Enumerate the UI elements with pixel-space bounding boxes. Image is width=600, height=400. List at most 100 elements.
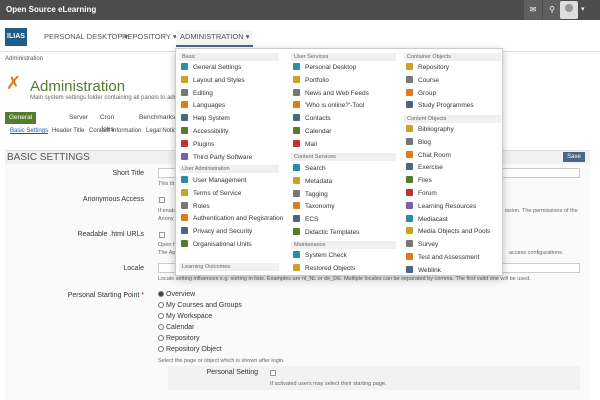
menu-item-contacts[interactable]: Contacts <box>293 114 331 124</box>
subtab-contact-information[interactable]: Contact Information <box>89 128 141 134</box>
menu-item-news-and-web-feeds[interactable]: News and Web Feeds <box>293 88 369 99</box>
chevron-down-icon[interactable]: ▾ <box>581 5 585 13</box>
subtab-header-title[interactable]: Header Title <box>52 128 84 134</box>
menu-item-organisational-units[interactable]: Organisational Units <box>181 240 252 250</box>
menu-item-exercise[interactable]: Exercise <box>406 163 443 173</box>
menu-item-authentication-and-registration[interactable]: Authentication and Registration <box>181 214 283 224</box>
menu-item-languages[interactable]: Languages <box>181 101 225 111</box>
menu-item-editing[interactable]: Editing <box>181 88 213 99</box>
subtab-basic-settings[interactable]: Basic Settings <box>10 128 48 134</box>
menu-item-learning-resources[interactable]: Learning Resources <box>406 201 476 212</box>
readable-urls-checkbox[interactable] <box>159 232 165 238</box>
bibliography-icon <box>406 125 413 132</box>
radio-repository[interactable]: Repository <box>158 335 199 342</box>
tagging-icon <box>293 189 300 197</box>
menu-item-plugins[interactable]: Plugins <box>181 139 214 150</box>
tab-cron-jobs[interactable]: Cron Jobs <box>96 112 118 133</box>
radio-label: Overview <box>166 291 196 298</box>
breadcrumb[interactable]: Administration <box>5 56 43 62</box>
user-management-icon <box>181 176 188 183</box>
menu-item-who-is-online-tool[interactable]: 'Who is online?'-Tool <box>293 101 364 111</box>
exercise-icon <box>406 163 413 171</box>
menu-item-repository[interactable]: Repository <box>406 63 449 73</box>
menu-item-bibliography[interactable]: Bibliography <box>406 125 454 135</box>
menu-item-label: Search <box>305 165 326 172</box>
mail-icon[interactable]: ✉ <box>524 0 542 20</box>
ilias-logo[interactable]: ILIAS <box>5 28 27 46</box>
short-title-label: Short Title <box>112 170 144 177</box>
personal-setting-checkbox[interactable] <box>270 370 276 376</box>
radio-calendar[interactable]: Calendar <box>158 324 194 331</box>
menu-item-roles[interactable]: Roles <box>181 201 210 212</box>
menu-item-taxonomy[interactable]: Taxonomy <box>293 202 335 212</box>
tab-benchmarks[interactable]: Benchmarks <box>135 112 179 124</box>
menu-item-system-check[interactable]: System Check <box>293 251 347 261</box>
radio-my-workspace[interactable]: My Workspace <box>158 313 212 320</box>
user-avatar-icon[interactable] <box>560 1 578 19</box>
layout-and-styles-icon <box>181 75 188 83</box>
short-title-input-right[interactable] <box>502 168 580 178</box>
radio-dot <box>158 324 164 330</box>
menu-item-search[interactable]: Search <box>293 164 326 174</box>
menu-item-test-and-assessment[interactable]: Test and Assessment <box>406 253 479 263</box>
radio-repository-object[interactable]: Repository Object <box>158 346 222 353</box>
menu-item-label: Layout and Styles <box>193 76 245 84</box>
nav-personal-desktop[interactable]: PERSONAL DESKTOP ▾ <box>44 32 128 41</box>
menu-item-chat-room[interactable]: Chat Room <box>406 150 451 161</box>
tab-general-settings[interactable]: General Settings <box>5 112 37 133</box>
menu-item-general-settings[interactable]: General Settings <box>181 63 241 73</box>
menu-item-label: Chat Room <box>418 151 451 159</box>
menu-item-files[interactable]: Files <box>406 176 432 186</box>
radio-courses-groups[interactable]: My Courses and Groups <box>158 302 242 309</box>
menu-item-third-party-software[interactable]: Third Party Software <box>181 152 252 163</box>
menu-group-header: Content Objects <box>404 115 501 123</box>
menu-item-label: ECS <box>305 216 319 224</box>
radio-overview[interactable]: Overview <box>158 291 195 298</box>
menu-item-forum[interactable]: Forum <box>406 189 437 199</box>
locale-input-right[interactable] <box>502 263 580 273</box>
menu-item-mediacast[interactable]: Mediacast <box>406 214 448 225</box>
menu-item-label: Languages <box>193 102 226 110</box>
media-objects-and-pools-icon <box>406 227 413 235</box>
menu-item-mail[interactable]: Mail <box>293 139 317 150</box>
menu-item-label: Organisational Units <box>193 241 252 248</box>
menu-item-calendar[interactable]: Calendar <box>293 127 331 137</box>
menu-item-tagging[interactable]: Tagging <box>293 189 328 200</box>
tab-server[interactable]: Server <box>65 112 92 124</box>
search-icon[interactable]: ⚲ <box>543 0 561 20</box>
menu-item-group[interactable]: Group <box>406 88 436 99</box>
menu-item-ecs[interactable]: ECS <box>293 215 318 225</box>
menu-item-label: Study Programmes <box>418 102 474 110</box>
menu-item-user-management[interactable]: User Management <box>181 176 246 186</box>
menu-item-layout-and-styles[interactable]: Layout and Styles <box>181 75 245 86</box>
readable-urls-help-2: The Ap <box>158 250 176 256</box>
menu-item-help-system[interactable]: Help System <box>181 114 230 124</box>
menu-item-terms-of-service[interactable]: Terms of Service <box>181 188 242 199</box>
locale-label: Locale <box>123 265 144 272</box>
menu-item-accessibility[interactable]: Accessibility <box>181 127 228 137</box>
starting-point-label-text: Personal Starting Point <box>67 292 140 299</box>
portfolio-icon <box>293 75 300 83</box>
menu-item-metadata[interactable]: Metadata <box>293 176 332 187</box>
menu-item-media-objects-and-pools[interactable]: Media Objects and Pools <box>406 227 490 237</box>
menu-item-course[interactable]: Course <box>406 75 439 86</box>
nav-repository[interactable]: REPOSITORY ▾ <box>122 32 177 41</box>
menu-item-personal-desktop[interactable]: Personal Desktop <box>293 63 356 73</box>
menu-item-weblink[interactable]: Weblink <box>406 265 441 276</box>
system-check-icon <box>293 251 300 258</box>
anonymous-access-checkbox[interactable] <box>159 197 165 203</box>
menu-item-portfolio[interactable]: Portfolio <box>293 75 329 86</box>
menu-item-label: System Check <box>305 252 347 259</box>
menu-item-survey[interactable]: Survey <box>406 240 438 250</box>
nav-administration[interactable]: ADMINISTRATION ▾ <box>176 30 254 47</box>
menu-item-label: Terms of Service <box>193 189 242 197</box>
menu-item-study-programmes[interactable]: Study Programmes <box>406 101 474 111</box>
menu-item-privacy-and-security[interactable]: Privacy and Security <box>181 227 252 237</box>
readable-urls-help-3: access configurations. <box>509 250 564 256</box>
survey-icon <box>406 240 413 248</box>
menu-item-restored-objects[interactable]: Restored Objects <box>293 263 355 274</box>
menu-item-didactic-templates[interactable]: Didactic Templates <box>293 228 359 238</box>
radio-dot <box>158 335 164 341</box>
menu-item-blog[interactable]: Blog <box>406 137 431 148</box>
save-button[interactable]: Save <box>563 152 585 162</box>
